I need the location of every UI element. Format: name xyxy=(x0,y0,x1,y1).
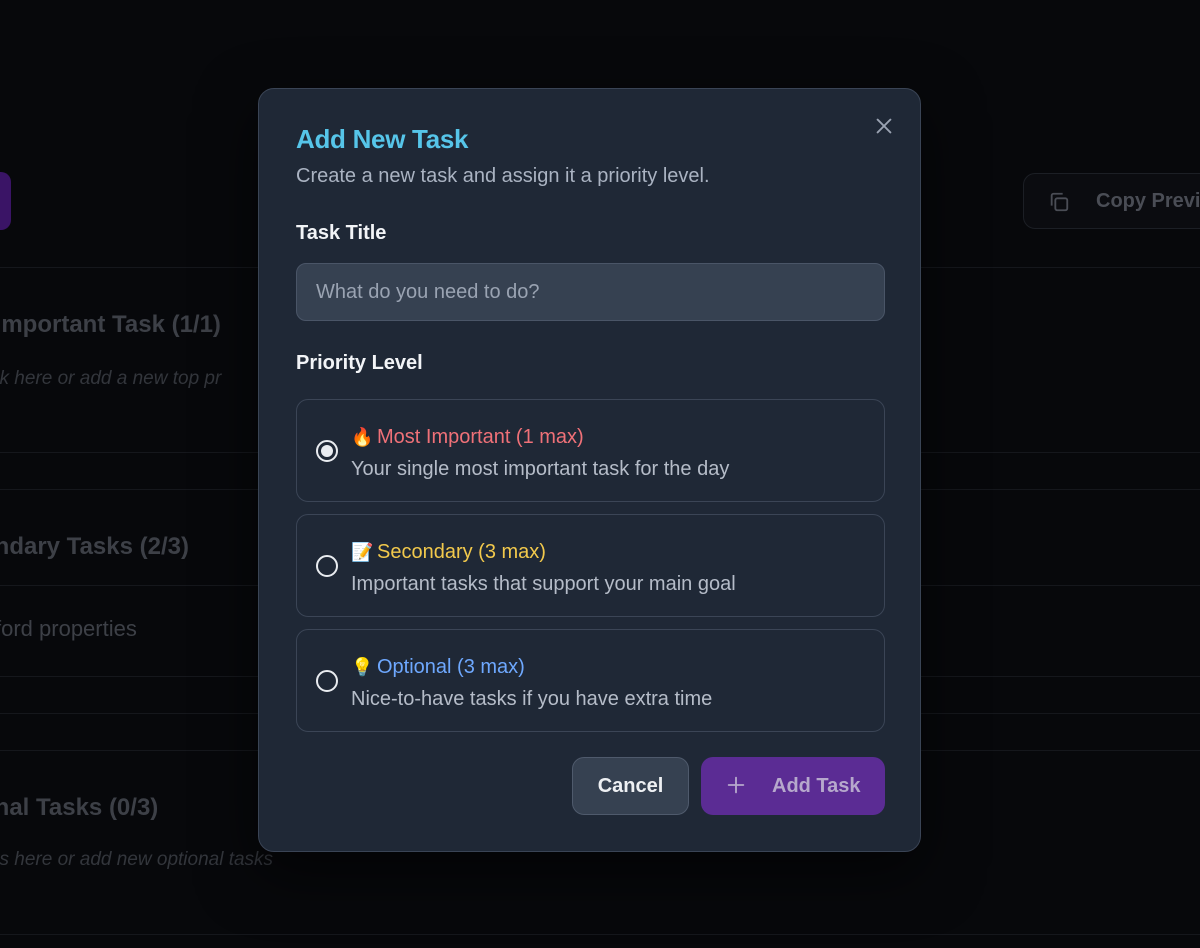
close-icon[interactable] xyxy=(873,115,895,137)
dialog-title: Add New Task xyxy=(296,124,469,154)
cancel-button[interactable]: Cancel xyxy=(572,757,689,815)
priority-option-optional[interactable]: 💡 Optional (3 max) Nice-to-have tasks if … xyxy=(296,629,885,732)
radio-most-important[interactable] xyxy=(316,440,338,462)
dialog-subtitle: Create a new task and assign it a priori… xyxy=(296,165,710,187)
priority-option-secondary[interactable]: 📝 Secondary (3 max) Important tasks that … xyxy=(296,514,885,617)
option-title: 💡 Optional (3 max) xyxy=(351,656,525,679)
add-task-dialog: Add New Task Create a new task and assig… xyxy=(258,88,921,852)
priority-option-most-important[interactable]: 🔥 Most Important (1 max) Your single most… xyxy=(296,399,885,502)
option-description: Nice-to-have tasks if you have extra tim… xyxy=(351,688,713,710)
memo-icon: 📝 xyxy=(351,542,374,562)
option-title: 🔥 Most Important (1 max) xyxy=(351,426,584,449)
radio-optional[interactable] xyxy=(316,670,338,692)
radio-secondary[interactable] xyxy=(316,555,338,577)
task-title-input[interactable] xyxy=(296,263,885,321)
add-task-button-label: Add Task xyxy=(772,775,861,797)
task-title-label: Task Title xyxy=(296,222,387,244)
fire-icon: 🔥 xyxy=(351,427,374,447)
option-title: 📝 Secondary (3 max) xyxy=(351,541,546,564)
lightbulb-icon: 💡 xyxy=(351,657,374,677)
add-task-button[interactable]: Add Task xyxy=(701,757,885,815)
option-description: Your single most important task for the … xyxy=(351,458,730,480)
option-title-text: Optional (3 max) xyxy=(377,656,525,678)
option-title-text: Secondary (3 max) xyxy=(377,541,546,563)
priority-level-label: Priority Level xyxy=(296,352,423,374)
plus-icon xyxy=(727,776,745,794)
cancel-button-label: Cancel xyxy=(597,774,664,797)
option-description: Important tasks that support your main g… xyxy=(351,573,736,595)
option-title-text: Most Important (1 max) xyxy=(377,426,584,448)
